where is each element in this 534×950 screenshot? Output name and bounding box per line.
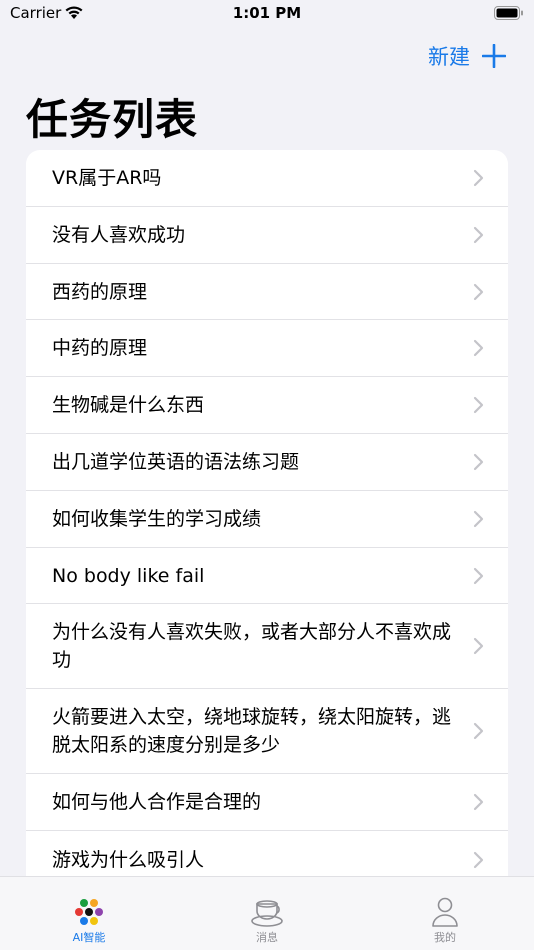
- task-row[interactable]: No body like fail: [26, 548, 508, 604]
- task-row[interactable]: VR属于AR吗: [26, 150, 508, 207]
- clock-time: 1:01 PM: [232, 4, 302, 22]
- task-row[interactable]: 没有人喜欢成功: [26, 207, 508, 264]
- battery-icon: [494, 6, 523, 20]
- chevron-right-icon: [473, 637, 484, 655]
- status-bar: Carrier 1:01 PM: [0, 0, 534, 30]
- task-label: 没有人喜欢成功: [52, 224, 186, 246]
- screen: Carrier 1:01 PM 新建 任务列表 VR属于AR吗没有人喜欢成功 西药…: [0, 0, 534, 950]
- tab-profile[interactable]: 我的: [356, 877, 534, 950]
- task-label: 生物碱是什么东西: [52, 394, 205, 416]
- tab-messages-label: 消息: [256, 931, 278, 944]
- chevron-right-icon: [473, 722, 484, 740]
- tab-ai[interactable]: AI智能: [0, 877, 178, 950]
- task-label: 西药的原理: [52, 280, 148, 303]
- task-label: 中药的原理: [52, 337, 148, 359]
- chevron-right-icon: [473, 793, 484, 811]
- task-label: 如何收集学生的学习成绩: [52, 508, 262, 530]
- task-row[interactable]: 生物碱是什么东西: [26, 377, 508, 434]
- page-title: 任务列表: [26, 95, 199, 144]
- tab-messages[interactable]: 消息: [178, 877, 356, 950]
- chevron-right-icon: [473, 453, 484, 471]
- chevron-right-icon: [473, 396, 484, 414]
- plus-icon: [482, 44, 506, 68]
- chevron-right-icon: [473, 567, 484, 584]
- task-row[interactable]: 出几道学位英语的语法练习题: [26, 434, 508, 491]
- person-icon: [432, 897, 458, 927]
- chevron-right-icon: [473, 339, 484, 357]
- chevron-right-icon: [473, 851, 484, 868]
- new-task-button[interactable]: 新建: [428, 40, 506, 72]
- tab-profile-label: 我的: [434, 931, 456, 944]
- task-row[interactable]: 游戏为什么吸引人: [26, 831, 508, 876]
- task-label: VR属于AR吗: [52, 167, 162, 189]
- task-row[interactable]: 火箭要进入太空，绕地球旋转，绕太阳旋转，逃脱太阳系的速度分别是多少: [26, 689, 508, 774]
- task-row[interactable]: 如何收集学生的学习成绩: [26, 491, 508, 548]
- chevron-right-icon: [473, 169, 484, 187]
- task-label: 出几道学位英语的语法练习题: [52, 451, 300, 473]
- new-task-label: 新建: [428, 45, 470, 69]
- task-label: 如何与他人合作是合理的: [52, 791, 262, 813]
- task-label: No body like fail: [52, 564, 205, 587]
- task-row[interactable]: 如何与他人合作是合理的: [26, 774, 508, 831]
- task-list: VR属于AR吗没有人喜欢成功 西药的原理中药的原理生物碱是什么东西出几道学位英语的…: [26, 150, 508, 876]
- task-label: 火箭要进入太空，绕地球旋转，绕太阳旋转，逃脱太阳系的速度分别是多少: [52, 706, 452, 756]
- task-row[interactable]: 中药的原理: [26, 320, 508, 377]
- teacup-icon: [251, 900, 283, 927]
- task-row[interactable]: 为什么没有人喜欢失败，或者大部分人不喜欢成功: [26, 604, 508, 689]
- task-label: 游戏为什么吸引人: [52, 848, 205, 871]
- colorful-dots-icon: [75, 899, 103, 925]
- tab-bar: AI智能 消息 我的: [0, 876, 534, 950]
- chevron-right-icon: [473, 510, 484, 528]
- task-label: 为什么没有人喜欢失败，或者大部分人不喜欢成功: [52, 621, 452, 671]
- chevron-right-icon: [473, 283, 484, 300]
- task-row[interactable]: 西药的原理: [26, 264, 508, 320]
- chevron-right-icon: [473, 226, 484, 244]
- tab-ai-label: AI智能: [72, 931, 106, 944]
